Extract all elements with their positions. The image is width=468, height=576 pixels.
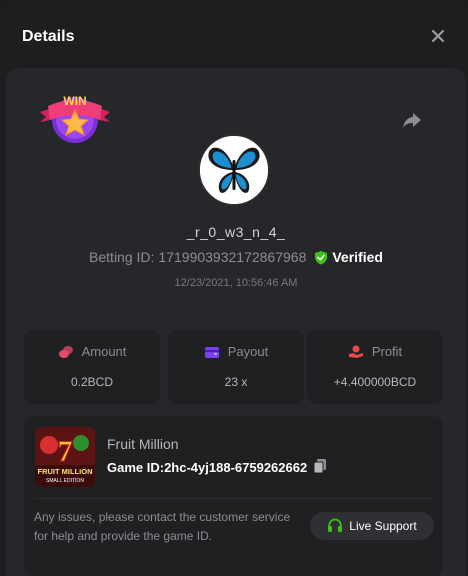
game-thumbnail[interactable]: 7 FRUIT MILLION SMALL EDITION xyxy=(35,427,95,487)
close-icon[interactable] xyxy=(428,26,448,46)
stat-payout-label: Payout xyxy=(227,344,269,359)
verified-badge: Verified xyxy=(314,249,383,265)
stat-payout: Payout 23 x xyxy=(168,330,304,404)
betting-id-value: 1719903932172867968 xyxy=(158,249,307,265)
help-text: Any issues, please contact the customer … xyxy=(34,510,291,543)
win-badge-text: WIN xyxy=(63,94,86,108)
copy-icon[interactable] xyxy=(313,458,327,477)
coins-icon xyxy=(58,345,73,358)
details-modal: Details WIN _r_0_w3_n_4_ Betting ID: 171… xyxy=(0,0,468,576)
hand-coin-icon xyxy=(348,345,363,358)
game-name[interactable]: Fruit Million xyxy=(107,436,179,452)
stat-profit: Profit +4.400000BCD xyxy=(307,330,443,404)
live-support-label: Live Support xyxy=(349,519,417,533)
verified-label: Verified xyxy=(332,249,383,265)
modal-title: Details xyxy=(22,28,75,45)
betting-id-row: Betting ID: 1719903932172867968 Verified xyxy=(6,249,466,265)
game-id-label: Game ID: xyxy=(107,460,165,475)
details-card: WIN _r_0_w3_n_4_ Betting ID: 17199039321… xyxy=(6,68,466,576)
stat-amount-value: 0.2BCD xyxy=(70,375,114,389)
game-thumb-subtitle: SMALL EDITION xyxy=(46,478,84,484)
divider xyxy=(35,498,433,499)
stat-amount-label: Amount xyxy=(81,344,127,359)
live-support-button[interactable]: Live Support xyxy=(310,512,434,540)
stat-profit-label: Profit xyxy=(371,344,403,359)
shield-check-icon xyxy=(315,250,328,264)
game-thumb-number: 7 xyxy=(58,435,73,468)
wallet-icon xyxy=(204,346,219,358)
game-info: 7 FRUIT MILLION SMALL EDITION Fruit Mill… xyxy=(24,416,443,576)
game-thumb-title: FRUIT MILLION xyxy=(38,467,93,476)
game-id-row: Game ID: 2hc-4yj188-6759262662 xyxy=(107,458,327,477)
stat-profit-value: +4.400000BCD xyxy=(333,375,417,389)
username: _r_0_w3_n_4_ xyxy=(186,224,286,240)
bet-datetime: 12/23/2021, 10:56:46 AM xyxy=(174,277,298,289)
share-icon[interactable] xyxy=(400,108,424,132)
stat-amount: Amount 0.2BCD xyxy=(24,330,160,404)
stat-payout-value: 23 x xyxy=(224,375,248,389)
headset-icon xyxy=(328,518,343,532)
win-badge: WIN xyxy=(38,90,112,150)
betting-id-label: Betting ID: xyxy=(89,249,155,265)
game-id-value: 2hc-4yj188-6759262662 xyxy=(164,460,308,475)
avatar xyxy=(198,134,270,206)
